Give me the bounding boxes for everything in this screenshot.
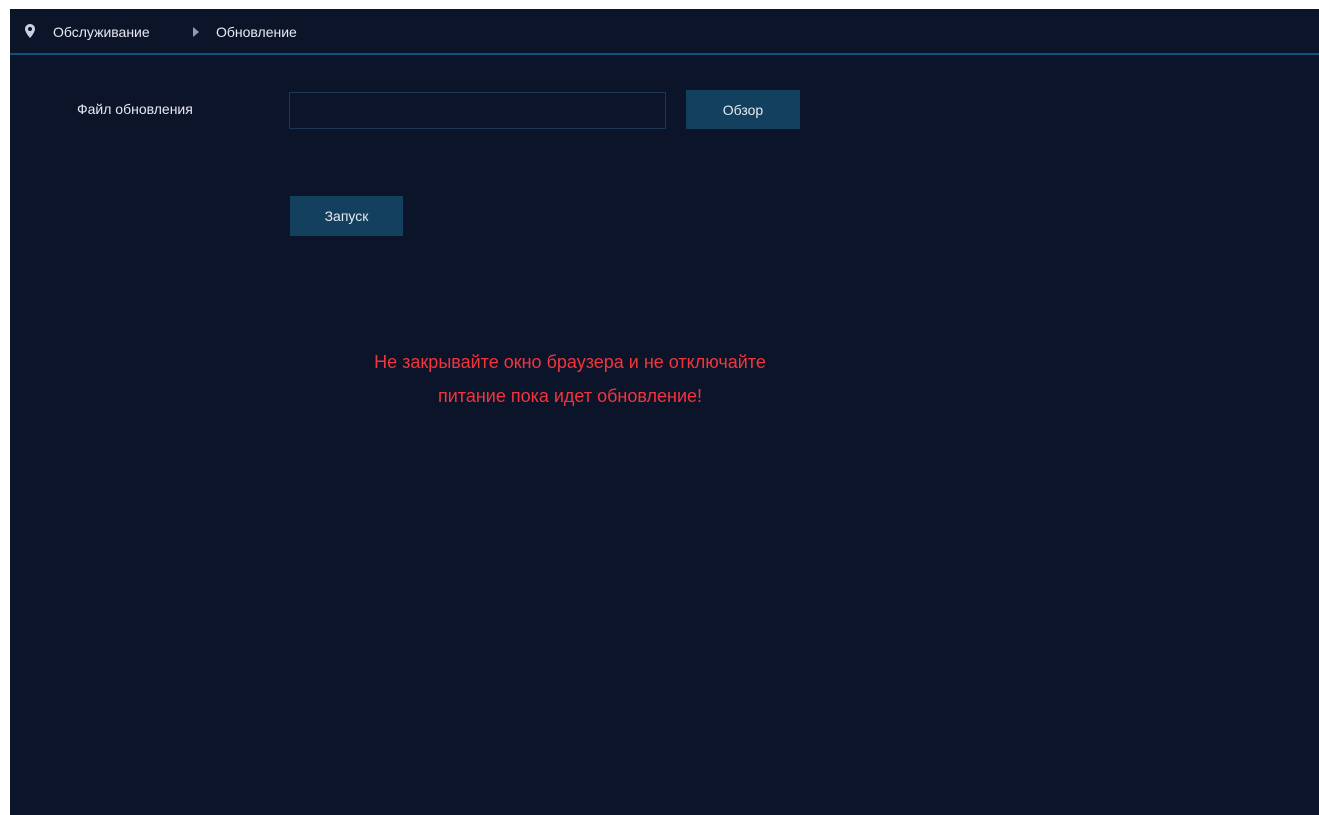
breadcrumb-item-maintenance[interactable]: Обслуживание bbox=[53, 23, 150, 41]
update-file-input[interactable] bbox=[289, 92, 666, 129]
warning-line-2: питание пока идет обновление! bbox=[437, 386, 703, 406]
browse-button[interactable]: Обзор bbox=[686, 90, 800, 129]
warning-line-1: Не закрывайте окно браузера и не отключа… bbox=[374, 352, 766, 372]
main-panel: Обслуживание Обновление Файл обновления … bbox=[10, 9, 1319, 815]
update-file-label: Файл обновления bbox=[77, 101, 193, 117]
breadcrumb-item-update: Обновление bbox=[216, 24, 297, 40]
update-warning-message: Не закрывайте окно браузера и не отключа… bbox=[210, 345, 930, 413]
map-pin-icon bbox=[25, 24, 35, 38]
start-update-button[interactable]: Запуск bbox=[290, 196, 403, 236]
breadcrumb: Обслуживание Обновление bbox=[10, 9, 1319, 55]
caret-right-icon bbox=[193, 27, 199, 37]
